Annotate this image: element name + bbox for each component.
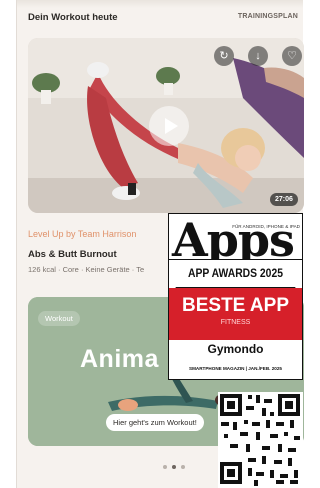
play-icon[interactable]: [149, 106, 189, 146]
award-badge: Apps FÜR ANDROID, IPHONE & IPAD APP AWAR…: [168, 213, 303, 380]
section-header: Dein Workout heute TRAININGSPLAN: [28, 12, 298, 26]
sync-icon[interactable]: ↻: [214, 46, 234, 66]
section-title: Dein Workout heute: [28, 12, 118, 23]
badge-winner: BESTE APP: [182, 295, 289, 316]
badge-brand: Gymondo: [207, 342, 264, 356]
promo-headline: Anima: [80, 345, 159, 373]
badge-magazine: SMARTPHONE MAGAZIN | JAN./FEB. 2025: [189, 366, 282, 371]
badge-platforms: FÜR ANDROID, IPHONE & IPAD: [232, 224, 300, 229]
training-plan-link[interactable]: TRAININGSPLAN: [238, 13, 298, 20]
top-fade: [17, 0, 303, 8]
workout-video-card[interactable]: ↻ ↓ ♡ 27:06: [28, 38, 304, 213]
badge-winner-band: BESTE APP FITNESS: [169, 288, 302, 340]
promo-cta-button[interactable]: Hier geht's zum Workout!: [106, 414, 204, 431]
badge-logo-area: Apps FÜR ANDROID, IPHONE & IPAD: [169, 214, 302, 260]
badge-category: FITNESS: [220, 319, 251, 326]
carousel-dots: [163, 465, 185, 469]
download-icon[interactable]: ↓: [248, 46, 268, 66]
badge-awards-title: APP AWARDS 2025: [175, 260, 296, 288]
workout-title[interactable]: Abs & Butt Burnout: [28, 249, 117, 260]
carousel-dot[interactable]: [181, 465, 185, 469]
workout-details: 126 kcal · Core · Keine Geräte · Te: [28, 265, 145, 274]
qr-code[interactable]: [218, 392, 303, 488]
heart-icon[interactable]: ♡: [282, 46, 302, 66]
carousel-dot-active[interactable]: [172, 465, 176, 469]
video-duration: 27:06: [270, 193, 298, 206]
workout-series[interactable]: Level Up by Team Harrison: [28, 229, 136, 239]
promo-tag: Workout: [38, 311, 80, 326]
carousel-dot[interactable]: [163, 465, 167, 469]
